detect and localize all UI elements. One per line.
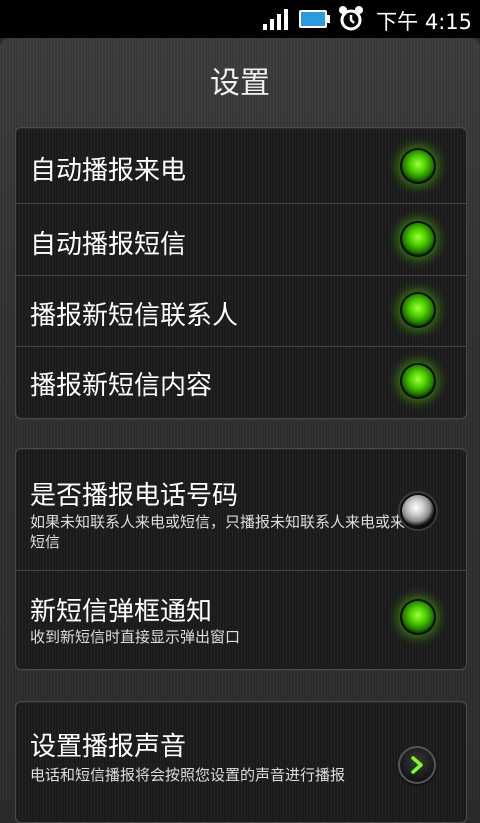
settings-group-sound: 设置播报声音 电话和短信播报将会按照您设置的声音进行播报: [15, 701, 467, 823]
signal-icon: [263, 9, 288, 30]
toggle-on-icon[interactable]: [400, 221, 436, 257]
alarm-icon: [339, 6, 363, 31]
setting-row-announce-sms-content[interactable]: 播报新短信内容: [16, 347, 466, 417]
setting-description: 收到新短信时直接显示弹出窗口: [30, 628, 241, 646]
setting-row-auto-announce-call[interactable]: 自动播报来电: [16, 128, 466, 204]
setting-label: 新短信弹框通知: [30, 597, 213, 627]
settings-group-broadcast: 自动播报来电 自动播报短信 播报新短信联系人 播报新短信内容: [15, 127, 467, 419]
battery-icon: [299, 10, 330, 28]
setting-row-announce-number[interactable]: 是否播报电话号码 如果未知联系人来电或短信，只播报未知联系人来电或来短信: [16, 449, 466, 571]
setting-label: 是否播报电话号码: [30, 481, 239, 511]
chevron-right-icon[interactable]: [398, 746, 436, 784]
setting-row-auto-announce-sms[interactable]: 自动播报短信: [16, 204, 466, 276]
toggle-off-icon[interactable]: [400, 493, 436, 529]
settings-group-number: 是否播报电话号码 如果未知联系人来电或短信，只播报未知联系人来电或来短信 新短信…: [15, 448, 467, 670]
setting-row-announce-sound[interactable]: 设置播报声音 电话和短信播报将会按照您设置的声音进行播报: [16, 702, 466, 822]
setting-label: 设置播报声音: [30, 732, 187, 762]
setting-label: 自动播报来电: [30, 156, 187, 186]
toggle-on-icon[interactable]: [400, 363, 436, 399]
setting-row-announce-sms-contact[interactable]: 播报新短信联系人: [16, 276, 466, 347]
status-time: 下午 4:15: [376, 10, 472, 34]
status-bar: 下午 4:15: [0, 0, 480, 38]
setting-description: 如果未知联系人来电或短信，只播报未知联系人来电或来短信: [30, 513, 406, 551]
setting-row-sms-popup[interactable]: 新短信弹框通知 收到新短信时直接显示弹出窗口: [16, 571, 466, 669]
settings-screen: 设置 自动播报来电 自动播报短信 播报新短信联系人 播报新短信内容 是否播报电话…: [0, 38, 480, 823]
toggle-on-icon[interactable]: [400, 599, 436, 635]
setting-label: 自动播报短信: [30, 230, 187, 260]
page-title: 设置: [210, 66, 270, 101]
setting-label: 播报新短信内容: [30, 371, 213, 401]
toggle-on-icon[interactable]: [400, 292, 436, 328]
toggle-on-icon[interactable]: [400, 148, 436, 184]
setting-description: 电话和短信播报将会按照您设置的声音进行播报: [30, 766, 346, 784]
setting-label: 播报新短信联系人: [30, 301, 239, 331]
